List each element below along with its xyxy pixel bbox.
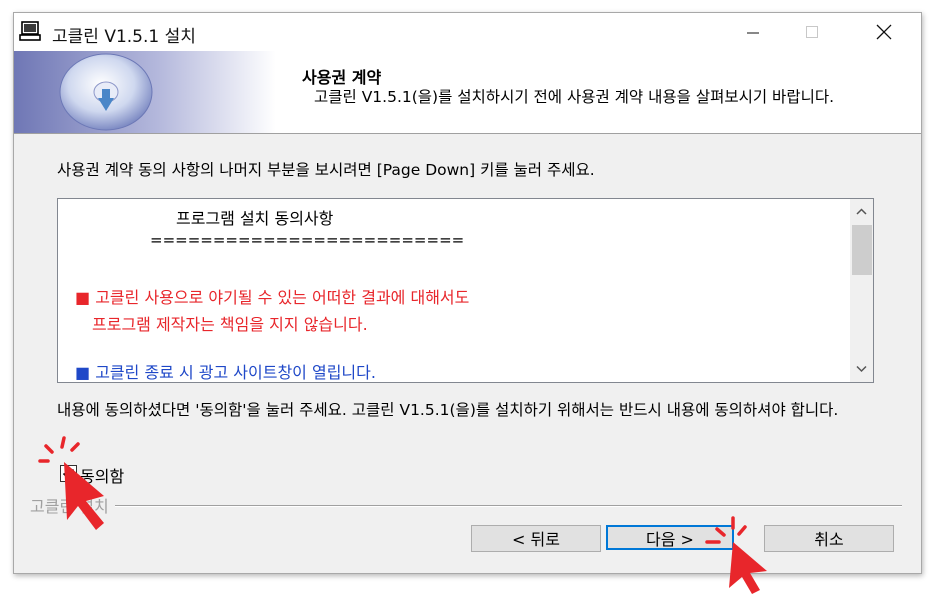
scroll-up-button[interactable] [850,201,873,223]
close-button[interactable] [856,13,912,51]
license-item-1: ■ 고클린 사용으로 야기될 수 있는 어떠한 결과에 대해서도 [75,288,470,307]
installer-computer-icon [19,21,41,41]
maximize-icon [806,26,818,38]
footer-separator [30,505,902,507]
cancel-button[interactable]: 취소 [764,525,894,552]
license-content: 프로그램 설치 동의사항 ========================= ■… [58,199,848,382]
checkmark-icon [62,468,75,479]
header-title: 사용권 계약 [302,68,382,87]
next-button[interactable]: 다음 > [606,525,734,550]
license-item-1-cont: 프로그램 제작자는 책임을 지지 않습니다. [92,315,368,334]
page-header: 사용권 계약 고클린 V1.5.1(을)를 설치하시기 전에 사용권 계약 내용… [14,51,921,134]
chevron-up-icon [856,208,867,215]
installer-window: 고클린 V1.5.1 설치 사용권 계약 고클린 V1.5.1(을)를 설치하시… [13,12,922,574]
agree-checkbox-label[interactable]: 동의함 [80,463,124,487]
installer-header-image [14,51,276,133]
window-title: 고클린 V1.5.1 설치 [52,27,196,47]
scroll-down-button[interactable] [850,358,873,380]
license-divider: ========================= [150,231,465,249]
license-textbox[interactable]: 프로그램 설치 동의사항 ========================= ■… [57,198,874,383]
header-subtitle: 고클린 V1.5.1(을)를 설치하시기 전에 사용권 계약 내용을 살펴보시기… [314,88,835,106]
scroll-thumb[interactable] [852,225,872,275]
license-heading: 프로그램 설치 동의사항 [176,209,334,228]
minimize-button[interactable] [725,13,781,51]
scroll-instruction: 사용권 계약 동의 사항의 나머지 부분을 보시려면 [Page Down] 키… [57,161,595,179]
title-bar: 고클린 V1.5.1 설치 [14,13,921,51]
license-item-2: ■ 고클린 종료 시 광고 사이트창이 열립니다. [75,363,376,382]
maximize-button [784,13,840,51]
back-button[interactable]: < 뒤로 [471,525,601,552]
agree-checkbox[interactable] [60,465,77,482]
brand-label: 고클린 설치 [30,493,115,517]
license-scrollbar[interactable] [850,199,873,382]
chevron-down-icon [856,365,867,373]
minimize-icon [747,32,759,34]
agreement-notice: 내용에 동의하셨다면 '동의함'을 눌러 주세요. 고클린 V1.5.1(을)를… [57,401,839,419]
close-icon [876,24,892,40]
